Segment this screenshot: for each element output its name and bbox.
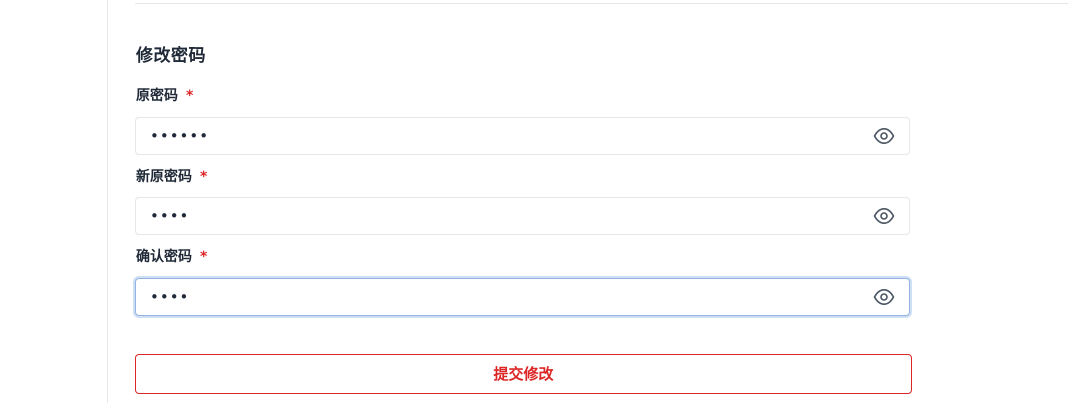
- confirm-password-field[interactable]: ••••: [135, 278, 910, 316]
- submit-button[interactable]: 提交修改: [135, 354, 912, 394]
- page-title: 修改密码: [136, 46, 206, 66]
- new-password-label-text: 新原密码: [136, 169, 192, 185]
- confirm-password-label-text: 确认密码: [136, 249, 192, 265]
- confirm-password-label: 确认密码 *: [136, 247, 207, 267]
- old-password-value: ••••••: [150, 127, 210, 145]
- eye-icon[interactable]: [873, 127, 895, 145]
- required-mark: *: [186, 88, 194, 104]
- confirm-password-value: ••••: [150, 288, 190, 306]
- old-password-label: 原密码 *: [136, 86, 193, 106]
- top-divider: [135, 3, 1068, 4]
- new-password-field[interactable]: ••••: [135, 197, 910, 235]
- new-password-value: ••••: [150, 207, 190, 225]
- left-rail: [0, 0, 108, 403]
- required-mark: *: [200, 249, 208, 265]
- eye-icon[interactable]: [873, 288, 895, 306]
- old-password-label-text: 原密码: [136, 88, 178, 104]
- required-mark: *: [200, 169, 208, 185]
- eye-icon[interactable]: [873, 207, 895, 225]
- new-password-label: 新原密码 *: [136, 167, 207, 187]
- old-password-field[interactable]: ••••••: [135, 117, 910, 155]
